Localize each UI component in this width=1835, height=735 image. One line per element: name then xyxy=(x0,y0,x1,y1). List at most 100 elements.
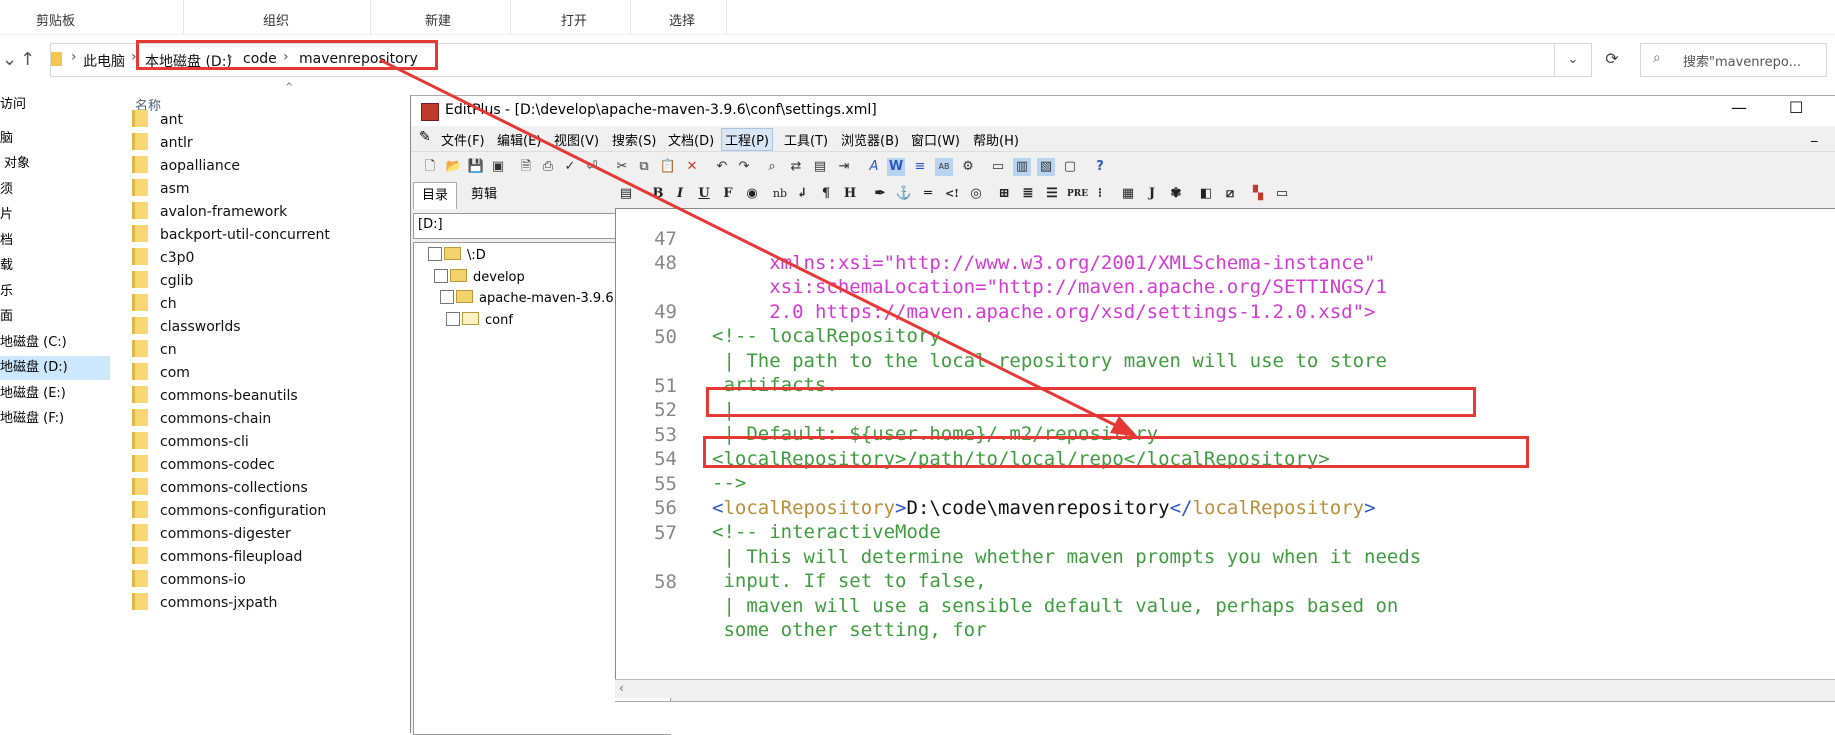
css-icon[interactable]: ⧄ xyxy=(1221,185,1239,203)
nav-item-videos[interactable]: 须 xyxy=(0,178,110,202)
color-palette-icon[interactable]: ▚ xyxy=(1249,185,1267,203)
nav-item-3d-objects[interactable]: 对象 xyxy=(0,152,114,176)
menu-document[interactable]: 文档(D) xyxy=(668,130,714,149)
tree-item[interactable]: develop xyxy=(434,268,525,288)
cut-icon[interactable]: ✂ xyxy=(613,158,631,176)
ruler-icon[interactable]: AB xyxy=(935,158,953,176)
list-item[interactable]: commons-fileupload xyxy=(132,546,302,568)
java-icon[interactable]: J xyxy=(1143,185,1161,203)
nav-item-quick-access[interactable]: 访问 xyxy=(0,93,110,117)
menu-project[interactable]: 工程(P) xyxy=(721,128,773,151)
ribbon-group-clipboard[interactable]: 剪贴板 xyxy=(36,10,75,29)
undo-icon[interactable]: ↶ xyxy=(713,158,731,176)
color-icon[interactable]: ◉ xyxy=(743,185,761,203)
list-item[interactable]: commons-io xyxy=(132,569,246,591)
nav-item-drive-d[interactable]: 地磁盘 (D:) xyxy=(0,356,110,380)
checkbox[interactable] xyxy=(440,290,454,304)
menu-search[interactable]: 搜索(S) xyxy=(612,130,656,149)
menu-tools[interactable]: 工具(T) xyxy=(784,130,828,149)
paragraph-icon[interactable]: ¶ xyxy=(817,185,835,203)
list-item[interactable]: avalon-framework xyxy=(132,201,287,223)
ribbon-group-open[interactable]: 打开 xyxy=(561,10,587,29)
tree-item[interactable]: \:D xyxy=(428,246,486,266)
list-item[interactable]: cn xyxy=(132,339,177,361)
comment-icon[interactable]: <! xyxy=(943,185,961,203)
nav-item-drive-c[interactable]: 地磁盘 (C:) xyxy=(0,331,110,355)
list-item[interactable]: commons-configuration xyxy=(132,500,326,522)
list-item[interactable]: commons-digester xyxy=(132,523,291,545)
script-icon[interactable]: ✾ xyxy=(1167,185,1185,203)
align-center-icon[interactable]: ≣ xyxy=(1019,185,1037,203)
nav-item-drive-e[interactable]: 地磁盘 (E:) xyxy=(0,382,110,406)
ribbon-group-new[interactable]: 新建 xyxy=(425,10,451,29)
list-item[interactable]: ant xyxy=(132,109,183,131)
word-wrap-icon[interactable]: ⏎ xyxy=(583,158,601,176)
checkbox[interactable] xyxy=(428,247,442,261)
nav-item-this-pc[interactable]: 脑 xyxy=(0,127,110,151)
heading-icon[interactable]: H xyxy=(841,185,859,203)
bold-icon[interactable]: B xyxy=(649,185,667,203)
line-number-icon[interactable]: ≡ xyxy=(911,158,929,176)
ribbon-group-select[interactable]: 选择 xyxy=(669,10,695,29)
help-icon[interactable]: ? xyxy=(1091,158,1109,176)
menu-browser[interactable]: 浏览器(B) xyxy=(841,130,899,149)
highlight-icon[interactable]: ✒ xyxy=(871,185,889,203)
underline-icon[interactable]: U xyxy=(695,185,713,203)
menu-view[interactable]: 视图(V) xyxy=(554,130,599,149)
menu-window[interactable]: 窗口(W) xyxy=(911,130,960,149)
list-item[interactable]: classworlds xyxy=(132,316,241,338)
nav-item-desktop[interactable]: 面 xyxy=(0,305,110,329)
font-icon[interactable]: A xyxy=(865,158,883,176)
nav-item-pictures[interactable]: 片 xyxy=(0,203,110,227)
up-arrow-icon[interactable]: ↑ xyxy=(20,49,35,70)
menu-edit[interactable]: 编辑(E) xyxy=(497,130,541,149)
tab-cliptext[interactable]: 剪辑 xyxy=(463,182,505,208)
menu-help[interactable]: 帮助(H) xyxy=(973,130,1019,149)
goto-icon[interactable]: ⇥ xyxy=(835,158,853,176)
italic-icon[interactable]: I xyxy=(671,185,689,203)
nav-item-downloads[interactable]: 载 xyxy=(0,254,110,278)
list-item[interactable]: commons-cli xyxy=(132,431,249,453)
refresh-icon[interactable]: ⟳ xyxy=(1596,43,1628,75)
list-item[interactable]: asm xyxy=(132,178,190,200)
find-icon[interactable]: ⌕ xyxy=(763,158,781,176)
font-tag-icon[interactable]: F xyxy=(719,185,737,203)
checkbox[interactable] xyxy=(434,269,448,283)
delete-icon[interactable]: ✕ xyxy=(683,158,701,176)
address-dropdown-icon[interactable]: ⌄ xyxy=(1554,44,1591,76)
style-icon[interactable]: ◧ xyxy=(1197,185,1215,203)
save-icon[interactable]: 💾 xyxy=(467,158,485,176)
list-item[interactable]: commons-collections xyxy=(132,477,308,499)
maximize-button[interactable]: ☐ xyxy=(1789,98,1803,117)
anchor-icon[interactable]: ⚓ xyxy=(895,185,913,203)
list-item[interactable]: commons-codec xyxy=(132,454,275,476)
nbsp-icon[interactable]: nb xyxy=(771,185,789,203)
wrap-toggle-icon[interactable]: W xyxy=(887,158,905,176)
directory-window-icon[interactable]: ▭ xyxy=(989,158,1007,176)
align-left-icon[interactable]: ☰ xyxy=(1043,185,1061,203)
list-item[interactable]: commons-jxpath xyxy=(132,592,277,614)
list-item[interactable]: ch xyxy=(132,293,177,315)
tree-item[interactable]: apache-maven-3.9.6 xyxy=(440,289,614,309)
fullscreen-icon[interactable]: ▢ xyxy=(1061,158,1079,176)
ribbon-group-organize[interactable]: 组织 xyxy=(263,10,289,29)
spell-check-icon[interactable]: ✓ xyxy=(561,158,579,176)
scroll-left-icon[interactable]: ‹ xyxy=(619,681,624,695)
new-file-icon[interactable]: 🗋 xyxy=(421,158,439,176)
minimize-button[interactable]: — xyxy=(1731,98,1747,117)
table-icon[interactable]: ⊞ xyxy=(995,185,1013,203)
nav-item-documents[interactable]: 档 xyxy=(0,229,110,253)
list-item[interactable]: antlr xyxy=(132,132,193,154)
breadcrumb-this-pc[interactable]: 此电脑 xyxy=(83,51,125,71)
find-in-files-icon[interactable]: ▤ xyxy=(811,158,829,176)
chevron-down-icon[interactable]: ⌄ xyxy=(2,49,17,70)
frame-icon[interactable]: ▭ xyxy=(1273,185,1291,203)
copy-icon[interactable]: ⧉ xyxy=(635,158,653,176)
list-item[interactable]: com xyxy=(132,362,190,384)
search-input[interactable]: ⌕ 搜索"mavenrepo... xyxy=(1640,43,1827,77)
nav-item-music[interactable]: 乐 xyxy=(0,280,110,304)
print-icon[interactable]: ⎙ xyxy=(539,158,557,176)
redo-icon[interactable]: ↷ xyxy=(735,158,753,176)
html-toolbar-icon[interactable]: ▤ xyxy=(617,185,635,203)
nav-item-drive-f[interactable]: 地磁盘 (F:) xyxy=(0,407,110,431)
